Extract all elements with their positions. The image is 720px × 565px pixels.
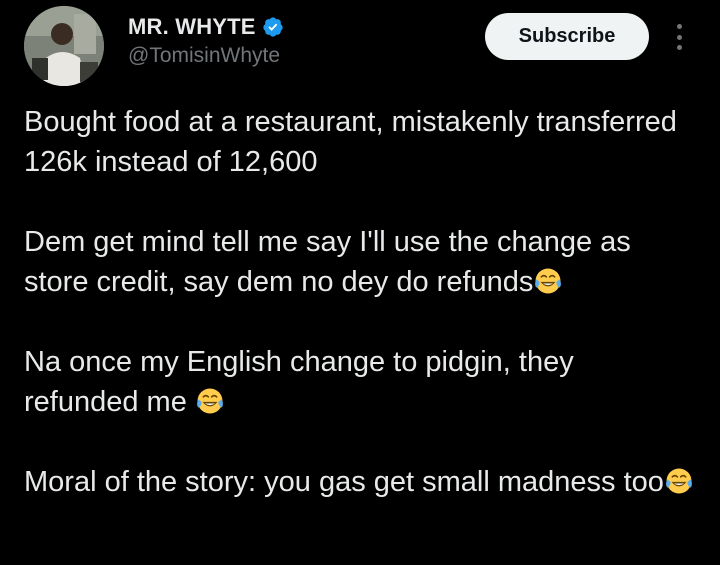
author-info[interactable]: MR. WHYTE @TomisinWhyte xyxy=(128,14,284,68)
paragraph-text: Bought food at a restaurant, mistakenly … xyxy=(24,106,677,178)
name-row: MR. WHYTE xyxy=(128,14,284,40)
face-with-tears-of-joy-icon xyxy=(195,386,225,416)
subscribe-button[interactable]: Subscribe xyxy=(485,13,649,60)
tweet-paragraph: Bought food at a restaurant, mistakenly … xyxy=(24,102,696,182)
avatar-photo xyxy=(24,6,104,86)
tweet-text: Bought food at a restaurant, mistakenly … xyxy=(24,102,696,502)
more-dot xyxy=(676,24,682,29)
face-with-tears-of-joy-icon xyxy=(664,466,694,496)
tweet-header: MR. WHYTE @TomisinWhyte Subscribe xyxy=(24,6,696,86)
more-vertical-icon[interactable] xyxy=(672,20,686,54)
more-dot xyxy=(676,34,682,40)
more-dot xyxy=(676,45,682,50)
display-name[interactable]: MR. WHYTE xyxy=(128,14,256,40)
tweet-card: MR. WHYTE @TomisinWhyte Subscribe Bought… xyxy=(0,0,720,565)
author-handle[interactable]: @TomisinWhyte xyxy=(128,44,284,68)
tweet-paragraph: Dem get mind tell me say I'll use the ch… xyxy=(24,222,696,302)
verified-badge-icon xyxy=(263,17,283,37)
tweet-paragraph: Na once my English change to pidgin, the… xyxy=(24,342,696,422)
paragraph-text: Na once my English change to pidgin, the… xyxy=(24,346,574,418)
avatar[interactable] xyxy=(24,6,104,86)
paragraph-text: Moral of the story: you gas get small ma… xyxy=(24,466,664,498)
face-with-tears-of-joy-icon xyxy=(533,266,563,296)
tweet-paragraph: Moral of the story: you gas get small ma… xyxy=(24,462,696,502)
